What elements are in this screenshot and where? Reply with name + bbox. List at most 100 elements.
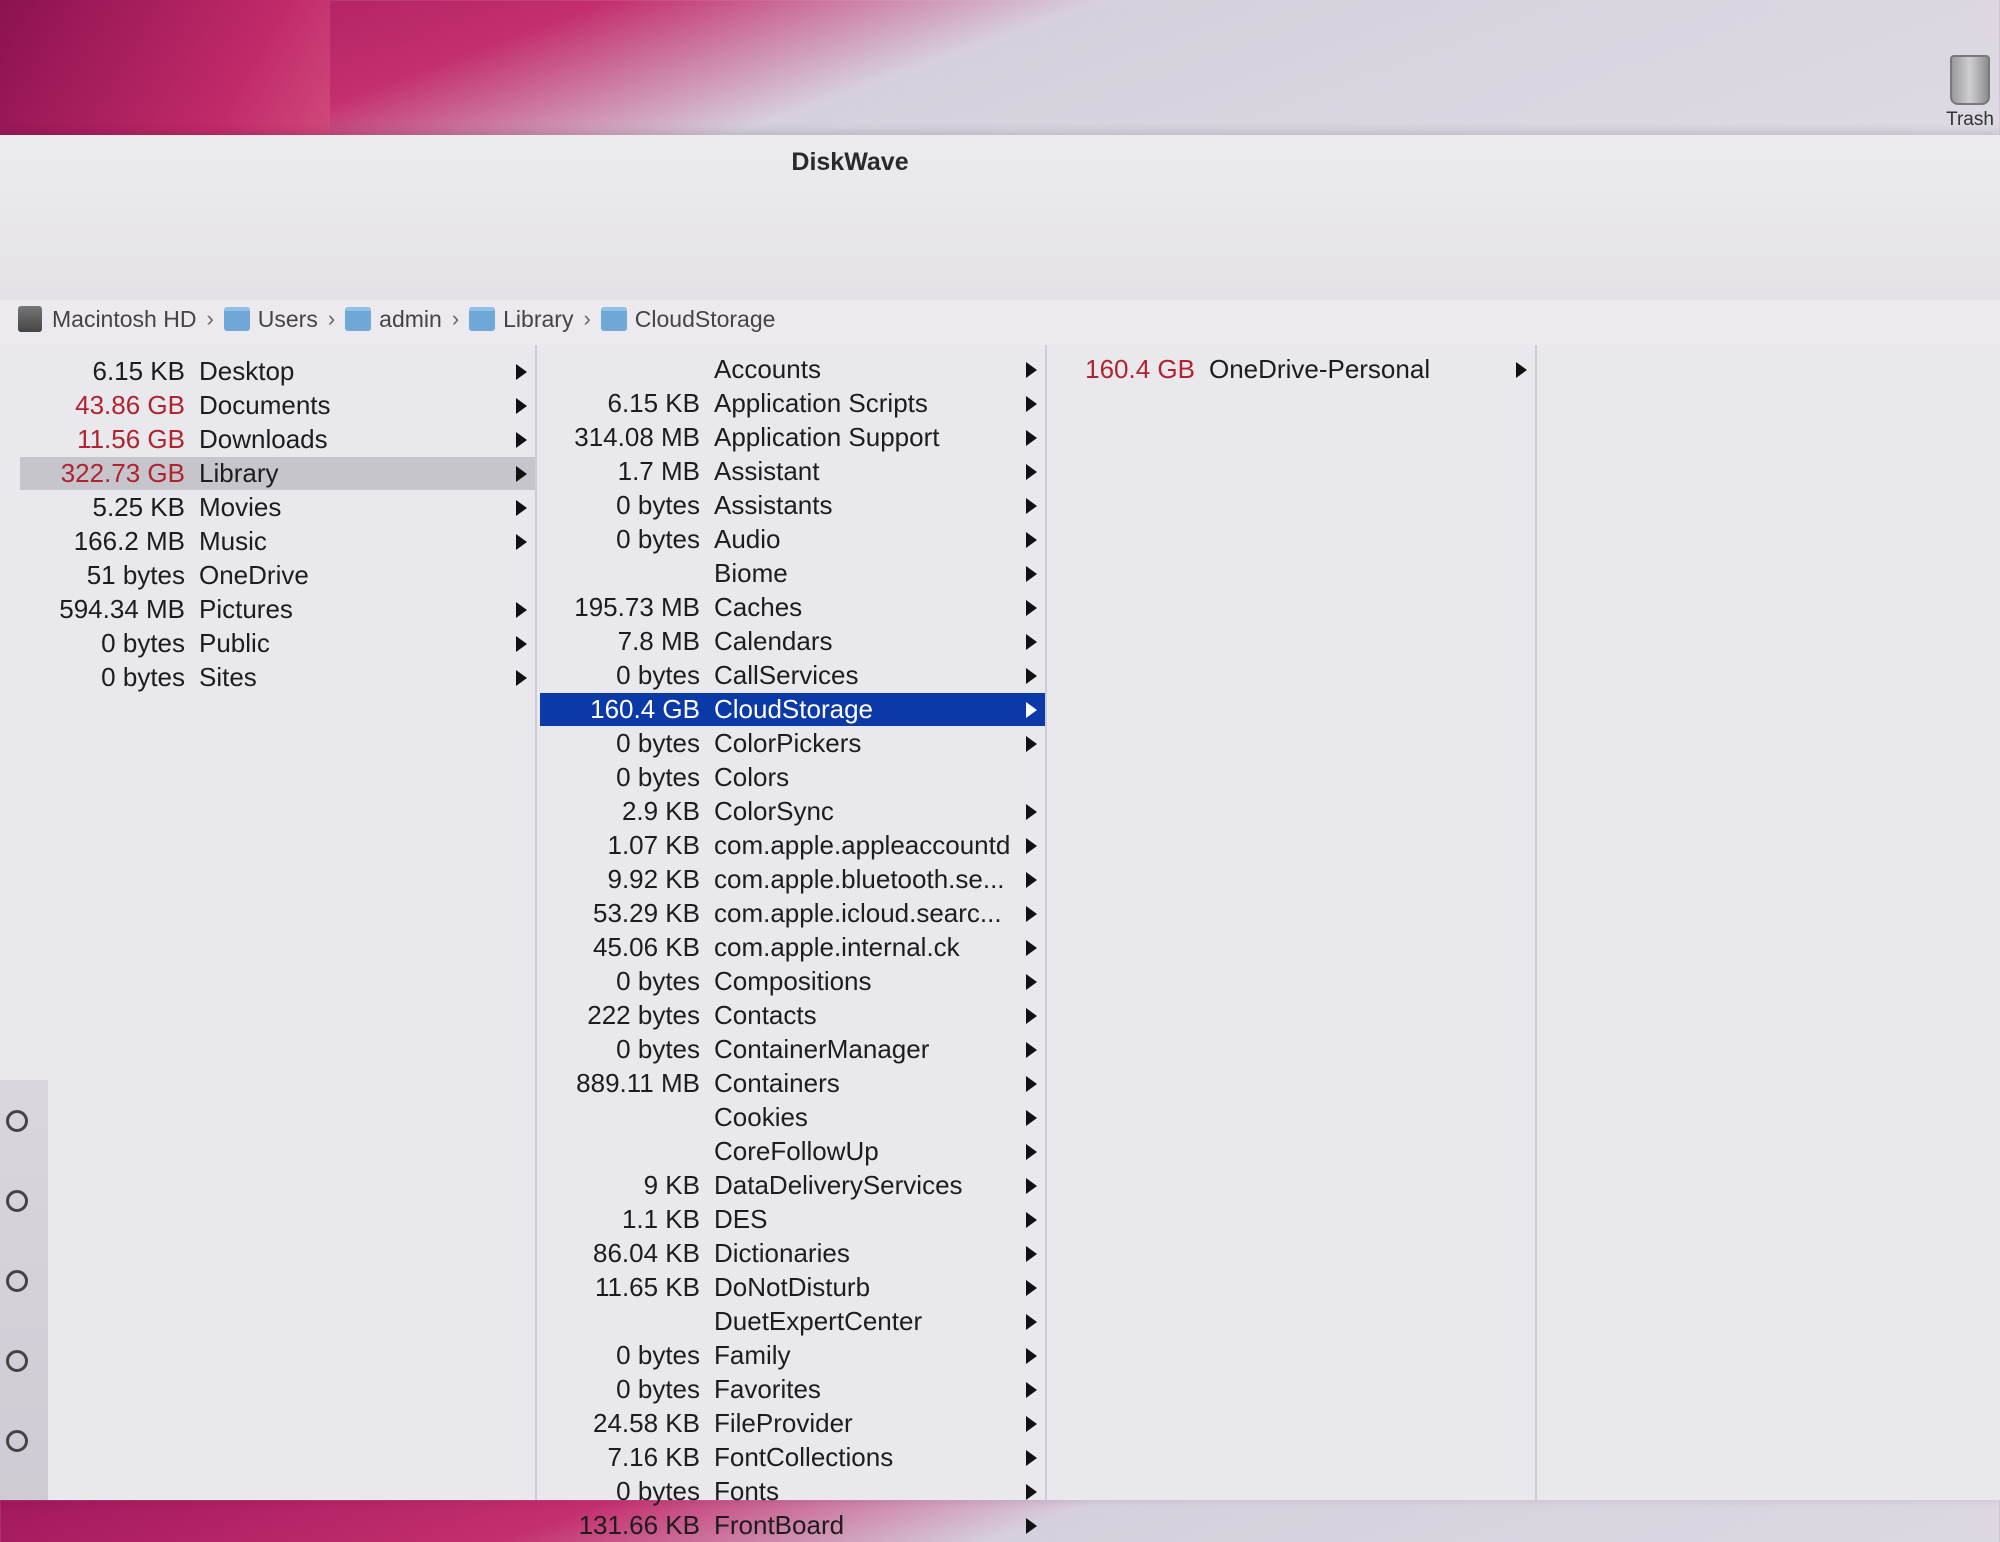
breadcrumb-item[interactable]: admin (345, 306, 442, 333)
list-item[interactable]: 24.58 KB FileProvider (540, 1407, 1045, 1440)
dock-app-icon[interactable] (6, 1190, 28, 1212)
list-item[interactable]: 45.06 KB com.apple.internal.ck (540, 931, 1045, 964)
list-item[interactable]: 195.73 MB Caches (540, 591, 1045, 624)
list-item[interactable]: 1.1 KB DES (540, 1203, 1045, 1236)
list-item[interactable]: 0 bytes Colors (540, 761, 1045, 794)
list-item[interactable]: 0 bytes Family (540, 1339, 1045, 1372)
item-name: com.apple.internal.ck (714, 932, 960, 962)
list-item[interactable]: 160.4 GB OneDrive-Personal (1045, 353, 1535, 386)
disclosure-arrow-icon (1026, 1007, 1037, 1024)
list-item[interactable]: 0 bytes CallServices (540, 659, 1045, 692)
breadcrumb-item[interactable]: Library (469, 306, 573, 333)
folder-icon (223, 307, 250, 331)
list-item[interactable]: 43.86 GB Documents (20, 389, 535, 422)
list-item[interactable]: 889.11 MB Containers (540, 1067, 1045, 1100)
item-size: 5.25 KB (92, 492, 185, 522)
item-name: Library (199, 458, 279, 488)
list-item[interactable]: 0 bytes Assistants (540, 489, 1045, 522)
item-size: 160.4 GB (590, 694, 700, 724)
item-size: 222 bytes (587, 1000, 700, 1030)
list-item[interactable]: Biome (540, 557, 1045, 590)
breadcrumb-item[interactable]: Users (223, 306, 318, 333)
chevron-right-icon: › (583, 306, 591, 331)
item-name: Caches (714, 592, 803, 622)
disclosure-arrow-icon (516, 363, 527, 380)
item-name: ContainerManager (714, 1034, 930, 1064)
item-name: Sites (199, 662, 257, 692)
dock-app-icon[interactable] (6, 1430, 28, 1452)
list-item[interactable]: DuetExpertCenter (540, 1305, 1045, 1338)
list-item[interactable]: 9 KB DataDeliveryServices (540, 1169, 1045, 1202)
list-item[interactable]: 0 bytes Public (20, 627, 535, 660)
item-size: 322.73 GB (60, 458, 185, 488)
list-item[interactable]: 0 bytes ColorPickers (540, 727, 1045, 760)
column-4 (1535, 345, 2000, 1500)
item-name: CloudStorage (714, 694, 873, 724)
disclosure-arrow-icon (1026, 1075, 1037, 1092)
disclosure-arrow-icon (516, 635, 527, 652)
disclosure-arrow-icon (1026, 1449, 1037, 1466)
item-name: Biome (714, 558, 788, 588)
list-item[interactable]: Cookies (540, 1101, 1045, 1134)
list-item[interactable]: 1.7 MB Assistant (540, 455, 1045, 488)
dock-app-icon[interactable] (6, 1350, 28, 1372)
list-item[interactable]: 6.15 KB Application Scripts (540, 387, 1045, 420)
item-size: 51 bytes (86, 560, 185, 590)
disclosure-arrow-icon (1026, 939, 1037, 956)
list-item[interactable]: 0 bytes Audio (540, 523, 1045, 556)
item-name: DoNotDisturb (714, 1272, 871, 1302)
list-item[interactable]: 6.15 KB Desktop (20, 355, 535, 388)
dock-app-icon[interactable] (6, 1270, 28, 1292)
list-item[interactable]: 7.8 MB Calendars (540, 625, 1045, 658)
trash-desktop-item[interactable]: Trash (1940, 55, 2000, 131)
dock-app-icon[interactable] (6, 1110, 28, 1132)
list-item[interactable]: 0 bytes Compositions (540, 965, 1045, 998)
disclosure-arrow-icon (1026, 701, 1037, 718)
breadcrumb-label: Library (503, 305, 574, 332)
item-name: Audio (714, 524, 781, 554)
desktop-wallpaper (0, 0, 330, 140)
item-name: Calendars (714, 626, 833, 656)
item-name: Cookies (714, 1102, 808, 1132)
item-name: Application Scripts (714, 388, 928, 418)
list-item[interactable]: 5.25 KB Movies (20, 491, 535, 524)
list-item[interactable]: 131.66 KB FrontBoard (540, 1509, 1045, 1542)
breadcrumb-item[interactable]: Macintosh HD (18, 306, 196, 333)
list-item[interactable]: 1.07 KB com.apple.appleaccountd (540, 829, 1045, 862)
item-name: ColorSync (714, 796, 834, 826)
list-item[interactable]: CoreFollowUp (540, 1135, 1045, 1168)
item-size: 0 bytes (101, 662, 185, 692)
dock-strip (0, 1080, 48, 1500)
disclosure-arrow-icon (1026, 1279, 1037, 1296)
list-item[interactable]: 166.2 MB Music (20, 525, 535, 558)
list-item[interactable]: 0 bytes ContainerManager (540, 1033, 1045, 1066)
title-bar: DiskWave (0, 135, 2000, 300)
column-2: Accounts 6.15 KB Application Scripts 314.08… (540, 345, 1047, 1540)
breadcrumb-item[interactable]: CloudStorage (600, 306, 775, 333)
list-item[interactable]: 9.92 KB com.apple.bluetooth.se... (540, 863, 1045, 896)
list-item[interactable]: 11.65 KB DoNotDisturb (540, 1271, 1045, 1304)
item-size: 0 bytes (616, 1476, 700, 1506)
list-item[interactable]: 160.4 GB CloudStorage (540, 693, 1045, 726)
list-item[interactable]: 314.08 MB Application Support (540, 421, 1045, 454)
list-item[interactable]: 7.16 KB FontCollections (540, 1441, 1045, 1474)
list-item[interactable]: 53.29 KB com.apple.icloud.searc... (540, 897, 1045, 930)
list-item[interactable]: 222 bytes Contacts (540, 999, 1045, 1032)
list-item[interactable]: Accounts (540, 353, 1045, 386)
disclosure-arrow-icon (1026, 1109, 1037, 1126)
list-item[interactable]: 0 bytes Fonts (540, 1475, 1045, 1508)
item-size: 0 bytes (616, 524, 700, 554)
list-item[interactable]: 11.56 GB Downloads (20, 423, 535, 456)
list-item[interactable]: 0 bytes Sites (20, 661, 535, 694)
item-size: 43.86 GB (75, 390, 185, 420)
disclosure-arrow-icon (516, 601, 527, 618)
breadcrumb: Macintosh HD › Users › admin › Library › CloudSt… (18, 301, 1998, 337)
list-item[interactable]: 51 bytes OneDrive (20, 559, 535, 592)
list-item[interactable]: 86.04 KB Dictionaries (540, 1237, 1045, 1270)
list-item[interactable]: 322.73 GB Library (20, 457, 535, 490)
list-item[interactable]: 2.9 KB ColorSync (540, 795, 1045, 828)
list-item[interactable]: 0 bytes Favorites (540, 1373, 1045, 1406)
disclosure-arrow-icon (1026, 1483, 1037, 1500)
item-size: 0 bytes (616, 762, 700, 792)
list-item[interactable]: 594.34 MB Pictures (20, 593, 535, 626)
